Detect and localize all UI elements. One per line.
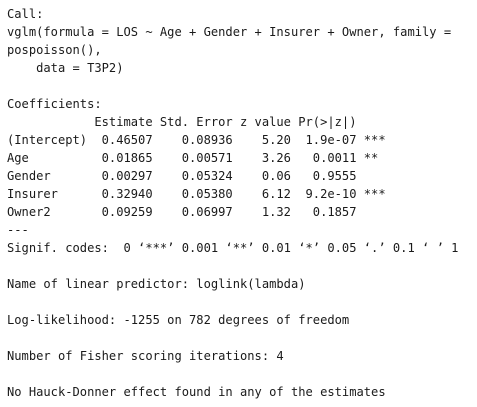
coefficients-header: Coefficients: — [7, 97, 102, 111]
output-text: Call: vglm(formula = LOS ~ Age + Gender +… — [0, 0, 477, 401]
r-console-output: Call: vglm(formula = LOS ~ Age + Gender +… — [0, 0, 477, 407]
separator-line: --- — [7, 223, 29, 237]
call-data-line: data = T3P2) — [7, 61, 124, 75]
coef-row-age: Age 0.01865 0.00571 3.26 0.0011 ** — [7, 151, 386, 165]
hauck-donner-line: No Hauck-Donner effect found in any of t… — [7, 385, 386, 399]
coef-row-intercept: (Intercept) 0.46507 0.08936 5.20 1.9e-07… — [7, 133, 386, 147]
log-likelihood-line: Log-likelihood: -1255 on 782 degrees of … — [7, 313, 350, 327]
coef-row-owner2: Owner2 0.09259 0.06997 1.32 0.1857 — [7, 205, 386, 219]
call-formula-line: vglm(formula = LOS ~ Age + Gender + Insu… — [7, 25, 452, 39]
call-header: Call: — [7, 7, 44, 21]
coef-row-gender: Gender 0.00297 0.05324 0.06 0.9555 — [7, 169, 386, 183]
coef-row-insurer: Insurer 0.32940 0.05380 6.12 9.2e-10 *** — [7, 187, 386, 201]
call-family-line: pospoisson(), — [7, 43, 102, 57]
coef-table-header: Estimate Std. Error z value Pr(>|z|) — [7, 115, 386, 129]
linear-predictor-line: Name of linear predictor: loglink(lambda… — [7, 277, 306, 291]
fisher-iterations-line: Number of Fisher scoring iterations: 4 — [7, 349, 284, 363]
signif-codes-line: Signif. codes: 0 ‘***’ 0.001 ‘**’ 0.01 ‘… — [7, 241, 459, 255]
